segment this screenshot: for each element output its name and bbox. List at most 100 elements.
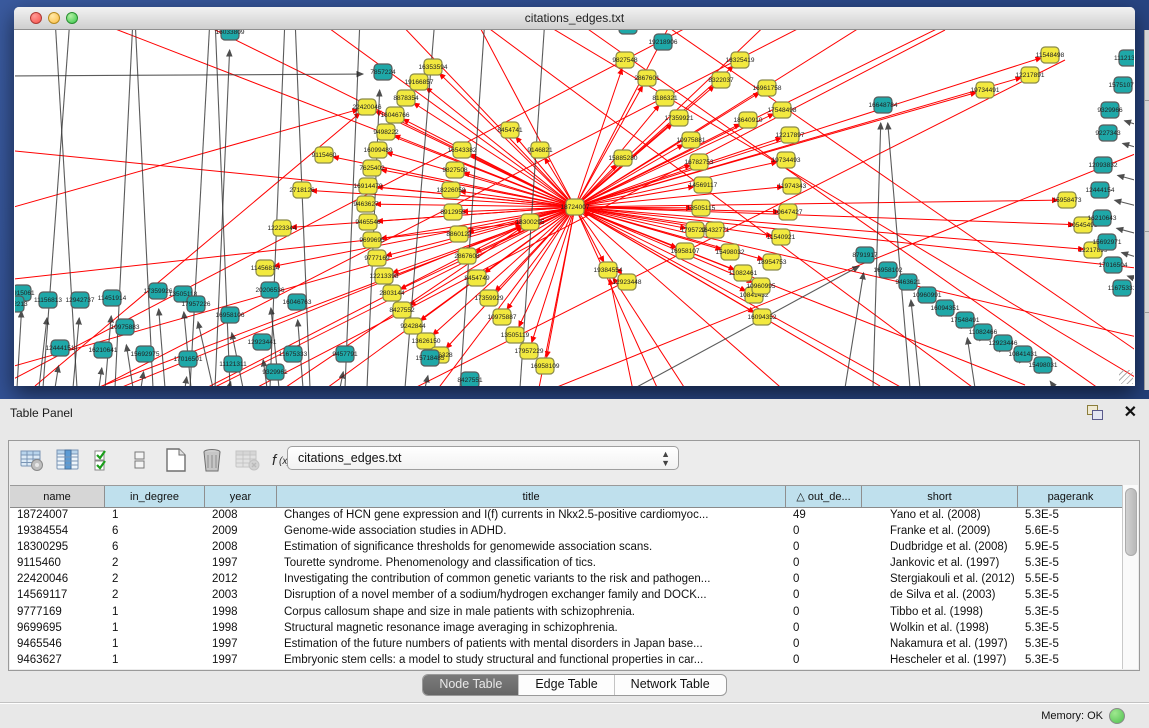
network-node[interactable]: 8454741 [497, 122, 523, 138]
network-node[interactable]: 2867608 [454, 248, 480, 264]
network-node[interactable]: 8791917 [852, 247, 878, 263]
column-header-title[interactable]: title [277, 486, 786, 507]
network-node[interactable]: 16432771 [701, 222, 730, 238]
network-node[interactable]: 9146821 [527, 142, 553, 158]
network-node[interactable]: 17359929 [475, 290, 504, 306]
network-node[interactable]: 15885280 [609, 150, 638, 166]
tab-edge-table[interactable]: Edge Table [519, 675, 614, 695]
network-node[interactable]: 12444151 [46, 340, 75, 356]
network-node[interactable]: 9242844 [400, 318, 426, 334]
network-node[interactable]: 15498031 [1029, 357, 1058, 373]
network-node[interactable]: 18954753 [758, 254, 787, 270]
network-node[interactable]: 11540921 [767, 229, 796, 245]
network-node[interactable]: 13505119 [501, 327, 530, 343]
network-node[interactable]: 17016504 [1099, 257, 1128, 273]
network-node[interactable]: 9465546 [355, 214, 381, 230]
network-node[interactable]: 11548498 [1036, 47, 1065, 63]
table-row[interactable]: 1830029562008Estimation of significance … [10, 540, 1124, 556]
network-node[interactable]: 12217897 [776, 127, 805, 143]
close-panel-icon[interactable]: ✕ [1124, 402, 1137, 422]
tab-node-table[interactable]: Node Table [423, 675, 519, 695]
network-node[interactable]: 20206536 [256, 282, 285, 298]
network-node[interactable]: 12923446 [989, 335, 1018, 351]
column-header-short[interactable]: short [862, 486, 1018, 507]
network-node[interactable]: 9115460 [312, 147, 337, 163]
show-column-icon[interactable] [53, 446, 83, 474]
network-node[interactable]: 18325419 [726, 52, 755, 68]
network-node[interactable]: 9329966 [1097, 102, 1123, 118]
network-node[interactable]: 16958109 [531, 358, 560, 374]
network-node[interactable]: 15958473 [1053, 192, 1082, 208]
network-node[interactable]: 16210641 [89, 342, 118, 358]
column-header-name[interactable]: name [10, 486, 105, 507]
network-node[interactable]: 7857224 [370, 64, 396, 80]
column-header-out_de[interactable]: △ out_de... [786, 486, 862, 507]
network-node[interactable]: 16958106 [216, 307, 245, 323]
network-node[interactable]: 2803144 [379, 285, 405, 301]
network-node[interactable]: 15692975 [131, 346, 160, 362]
table-row[interactable]: 2242004622012Investigating the contribut… [10, 572, 1124, 588]
table-row[interactable]: 1456911722003Disruption of a novel membe… [10, 588, 1124, 604]
network-node[interactable]: 13505115 [687, 200, 716, 216]
network-node[interactable]: 8454749 [464, 270, 490, 286]
network-node[interactable]: 9827508 [442, 162, 468, 178]
network-node[interactable]: 16961758 [753, 80, 782, 96]
network-node[interactable]: 2867601 [634, 70, 660, 86]
network-node[interactable]: 12213398 [370, 268, 399, 284]
column-header-in_degree[interactable]: in_degree [105, 486, 205, 507]
network-node[interactable]: 2718126 [289, 182, 315, 198]
network-node[interactable]: 12217891 [1016, 67, 1045, 83]
window-resize-grip[interactable] [1119, 370, 1133, 384]
network-node[interactable]: 16353594 [419, 59, 448, 75]
network-node[interactable]: 17957229 [515, 343, 544, 359]
network-canvas[interactable]: 1872400718300295193845542242004616353594… [15, 30, 1134, 386]
network-node[interactable]: 19218906 [649, 34, 678, 50]
network-node[interactable]: 10975887 [488, 309, 517, 325]
network-node[interactable]: 16046763 [283, 294, 312, 310]
table-selector-dropdown[interactable]: citations_edges.txt ▲▼ [287, 446, 679, 470]
network-node[interactable]: 9227343 [1095, 125, 1121, 141]
network-node[interactable]: 8186321 [652, 90, 678, 106]
row-height-icon[interactable] [125, 446, 155, 474]
network-node[interactable]: 11121314 [1114, 50, 1134, 66]
column-header-pagerank[interactable]: pagerank [1018, 486, 1124, 507]
network-node[interactable]: 9329961 [262, 364, 288, 380]
network-node[interactable]: 8322037 [708, 72, 734, 88]
table-row[interactable]: 977716911998Corpus callosum shape and si… [10, 605, 1124, 621]
new-table-icon[interactable] [161, 446, 191, 474]
network-node[interactable]: 12444154 [1086, 182, 1115, 198]
network-node[interactable]: 16099489 [364, 142, 393, 158]
network-node[interactable]: 17548498 [768, 102, 797, 118]
network-node[interactable]: 16914479 [354, 178, 383, 194]
network-node[interactable]: 8878354 [393, 90, 419, 106]
table-row[interactable]: 946362711997Embryonic stem cells: a mode… [10, 653, 1124, 669]
network-node[interactable]: 10841431 [1009, 346, 1038, 362]
network-node[interactable]: 11675331 [1108, 280, 1134, 296]
table-row[interactable]: 1938455462009Genome-wide association stu… [10, 524, 1124, 540]
network-node[interactable]: 9699695 [359, 232, 385, 248]
select-rows-icon[interactable] [89, 446, 119, 474]
window-titlebar[interactable]: citations_edges.txt [14, 7, 1135, 30]
float-panel-icon[interactable] [1087, 405, 1103, 419]
network-node[interactable]: 16648784 [869, 97, 898, 113]
network-node[interactable]: 9498222 [373, 124, 399, 140]
table-row[interactable]: 946554611997Estimation of the future num… [10, 637, 1124, 653]
network-node[interactable]: 16033809 [216, 30, 245, 40]
network-node[interactable]: 7625402 [359, 160, 385, 176]
network-node[interactable]: 9463621 [895, 274, 921, 290]
delete-rows-icon[interactable] [197, 446, 227, 474]
network-node[interactable]: 16958102 [874, 262, 903, 278]
network-node[interactable]: 10647427 [774, 204, 803, 220]
network-node[interactable]: 11156813 [34, 292, 62, 308]
tab-network-table[interactable]: Network Table [615, 675, 726, 695]
network-node[interactable]: 9827548 [612, 52, 638, 68]
table-row[interactable]: 969969511998Structural magnetic resonanc… [10, 621, 1124, 637]
table-row[interactable]: 911546021997Tourette syndrome. Phenomeno… [10, 556, 1124, 572]
network-node[interactable]: 12942737 [66, 292, 95, 308]
network-node[interactable]: 9777169 [364, 250, 390, 266]
network-node[interactable]: 19734493 [772, 152, 801, 168]
network-node[interactable]: 8860123 [446, 226, 472, 242]
network-node[interactable]: 15751074 [1109, 77, 1134, 93]
memory-status-icon[interactable] [1109, 708, 1125, 724]
network-node[interactable]: 8912955 [440, 204, 466, 220]
